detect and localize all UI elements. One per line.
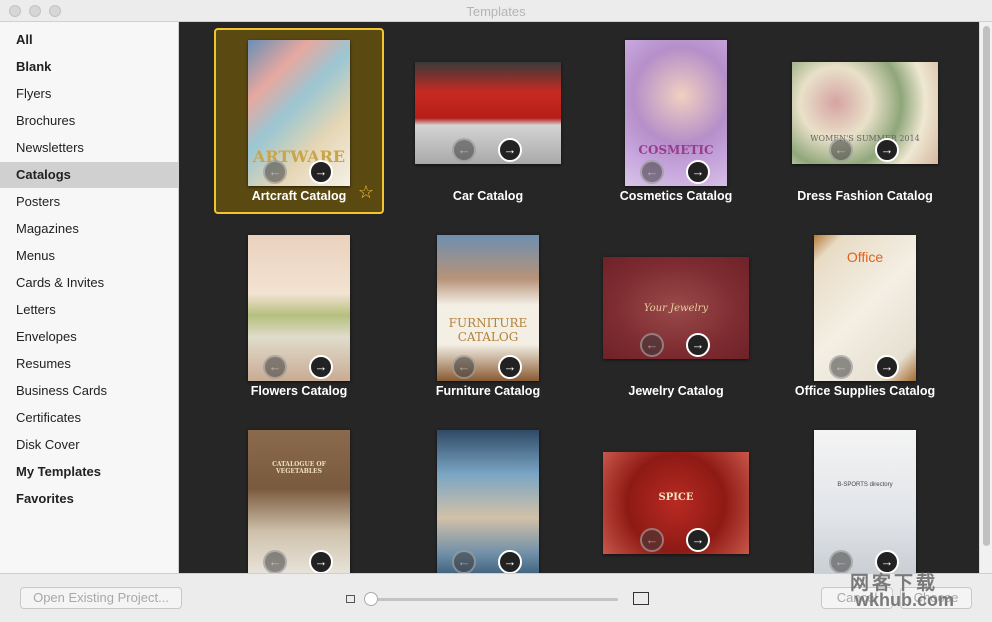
template-label: Jewelry Catalog — [628, 384, 724, 398]
bottom-bar: Open Existing Project... Cancel Choose 网… — [0, 573, 992, 622]
template-label: Office Supplies Catalog — [794, 384, 936, 398]
next-page-arrow-icon[interactable]: → — [498, 550, 522, 573]
thumbnail-text: WOMEN'S SUMMER 2014 — [810, 134, 920, 143]
next-page-arrow-icon[interactable]: → — [686, 160, 710, 184]
sidebar-item-business-cards[interactable]: Business Cards — [0, 378, 178, 404]
previous-page-arrow-icon[interactable]: ← — [640, 160, 664, 184]
next-page-arrow-icon[interactable]: → — [686, 528, 710, 552]
next-page-arrow-icon[interactable]: → — [309, 160, 333, 184]
sidebar-item-blank[interactable]: Blank — [0, 54, 178, 80]
watermark-url: wkhub.com — [855, 590, 955, 610]
thumbnail-text: Office — [846, 249, 884, 265]
previous-page-arrow-icon[interactable]: ← — [640, 528, 664, 552]
template-thumbnail[interactable]: Office — [814, 235, 916, 381]
sidebar-item-all[interactable]: All — [0, 27, 178, 53]
large-thumbnail-icon — [633, 592, 649, 605]
template-thumbnail[interactable] — [248, 235, 350, 381]
template-cell[interactable]: B-SPORTS directory ← → — [780, 418, 950, 573]
sidebar-item-newsletters[interactable]: Newsletters — [0, 135, 178, 161]
favorite-star-icon[interactable]: ☆ — [358, 183, 374, 201]
template-cell[interactable]: FURNITURE CATALOG ← → Furniture Catalog — [403, 223, 573, 409]
template-cell[interactable]: Office ← → Office Supplies Catalog — [780, 223, 950, 409]
next-page-arrow-icon[interactable]: → — [875, 138, 899, 162]
previous-page-arrow-icon[interactable]: ← — [263, 160, 287, 184]
template-thumbnail[interactable]: FURNITURE CATALOG — [437, 235, 539, 381]
template-cell[interactable]: CATALOGUE OF VEGETABLES ← → — [214, 418, 384, 573]
template-thumbnail[interactable] — [415, 62, 561, 164]
scrollbar-thumb[interactable] — [983, 26, 990, 546]
previous-page-arrow-icon[interactable]: ← — [829, 138, 853, 162]
previous-page-arrow-icon[interactable]: ← — [263, 355, 287, 379]
template-thumbnail[interactable]: ARTWARE — [248, 40, 350, 186]
grid-scrollbar[interactable] — [979, 22, 992, 573]
template-label: Cosmetics Catalog — [619, 189, 733, 203]
sidebar-item-certificates[interactable]: Certificates — [0, 405, 178, 431]
template-grid: ARTWARE ← → Artcraft Catalog ☆ ← → Car Catalog C… — [179, 22, 979, 573]
sidebar-item-resumes[interactable]: Resumes — [0, 351, 178, 377]
sidebar-item-envelopes[interactable]: Envelopes — [0, 324, 178, 350]
sidebar-item-brochures[interactable]: Brochures — [0, 108, 178, 134]
template-thumbnail[interactable]: COSMETIC — [625, 40, 727, 186]
thumbnail-text: Your Jewelry — [643, 303, 709, 314]
template-cell[interactable]: ← → — [403, 418, 573, 573]
thumbnail-text: SPICE — [658, 492, 694, 503]
template-label: Car Catalog — [452, 189, 524, 203]
next-page-arrow-icon[interactable]: → — [498, 138, 522, 162]
window-title: Templates — [466, 4, 526, 19]
template-thumbnail[interactable]: B-SPORTS directory — [814, 430, 916, 573]
template-thumbnail[interactable]: Your Jewelry — [603, 257, 749, 359]
template-cell[interactable]: WOMEN'S SUMMER 2014 ← → Dress Fashion Catal… — [780, 28, 950, 214]
sidebar-item-menus[interactable]: Menus — [0, 243, 178, 269]
template-cell[interactable]: Your Jewelry ← → Jewelry Catalog — [591, 223, 761, 409]
open-existing-project-button[interactable]: Open Existing Project... — [20, 587, 182, 609]
sidebar-item-flyers[interactable]: Flyers — [0, 81, 178, 107]
sidebar-item-cards-invites[interactable]: Cards & Invites — [0, 270, 178, 296]
template-thumbnail[interactable] — [437, 430, 539, 573]
template-cell[interactable]: ← → Car Catalog — [403, 28, 573, 214]
sidebar-item-favorites[interactable]: Favorites — [0, 486, 178, 512]
sidebar-item-my-templates[interactable]: My Templates — [0, 459, 178, 485]
previous-page-arrow-icon[interactable]: ← — [640, 333, 664, 357]
template-label: Dress Fashion Catalog — [797, 189, 933, 203]
previous-page-arrow-icon[interactable]: ← — [452, 138, 476, 162]
thumbnail-text: COSMETIC — [638, 143, 714, 157]
template-cell[interactable]: ARTWARE ← → Artcraft Catalog ☆ — [214, 28, 384, 214]
sidebar-item-disk-cover[interactable]: Disk Cover — [0, 432, 178, 458]
template-thumbnail[interactable]: WOMEN'S SUMMER 2014 — [792, 62, 938, 164]
title-bar: Templates — [0, 0, 992, 22]
sidebar-item-magazines[interactable]: Magazines — [0, 216, 178, 242]
thumbnail-text: B-SPORTS directory — [837, 482, 893, 488]
template-label: Flowers Catalog — [250, 384, 348, 398]
thumbnail-size-slider[interactable] — [366, 598, 618, 601]
sidebar-item-catalogs[interactable]: Catalogs — [0, 162, 178, 188]
small-thumbnail-icon — [346, 595, 355, 603]
thumbnail-text: FURNITURE CATALOG — [448, 316, 528, 344]
sidebar-item-posters[interactable]: Posters — [0, 189, 178, 215]
template-cell[interactable]: SPICE ← → — [591, 418, 761, 573]
previous-page-arrow-icon[interactable]: ← — [263, 550, 287, 573]
thumbnail-text: CATALOGUE OF VEGETABLES — [272, 461, 326, 475]
template-cell[interactable]: COSMETIC ← → Cosmetics Catalog — [591, 28, 761, 214]
next-page-arrow-icon[interactable]: → — [875, 355, 899, 379]
template-thumbnail[interactable]: SPICE — [603, 452, 749, 554]
slider-knob[interactable] — [364, 592, 378, 606]
templates-window: Templates All Blank Flyers Brochures Newslet… — [0, 0, 992, 622]
previous-page-arrow-icon[interactable]: ← — [452, 355, 476, 379]
next-page-arrow-icon[interactable]: → — [498, 355, 522, 379]
template-label: Furniture Catalog — [435, 384, 541, 398]
next-page-arrow-icon[interactable]: → — [309, 550, 333, 573]
next-page-arrow-icon[interactable]: → — [686, 333, 710, 357]
category-sidebar: All Blank Flyers Brochures Newsletters Catalo… — [0, 22, 179, 573]
template-thumbnail[interactable]: CATALOGUE OF VEGETABLES — [248, 430, 350, 573]
previous-page-arrow-icon[interactable]: ← — [829, 355, 853, 379]
sidebar-item-letters[interactable]: Letters — [0, 297, 178, 323]
template-cell[interactable]: ← → Flowers Catalog — [214, 223, 384, 409]
previous-page-arrow-icon[interactable]: ← — [452, 550, 476, 573]
next-page-arrow-icon[interactable]: → — [309, 355, 333, 379]
